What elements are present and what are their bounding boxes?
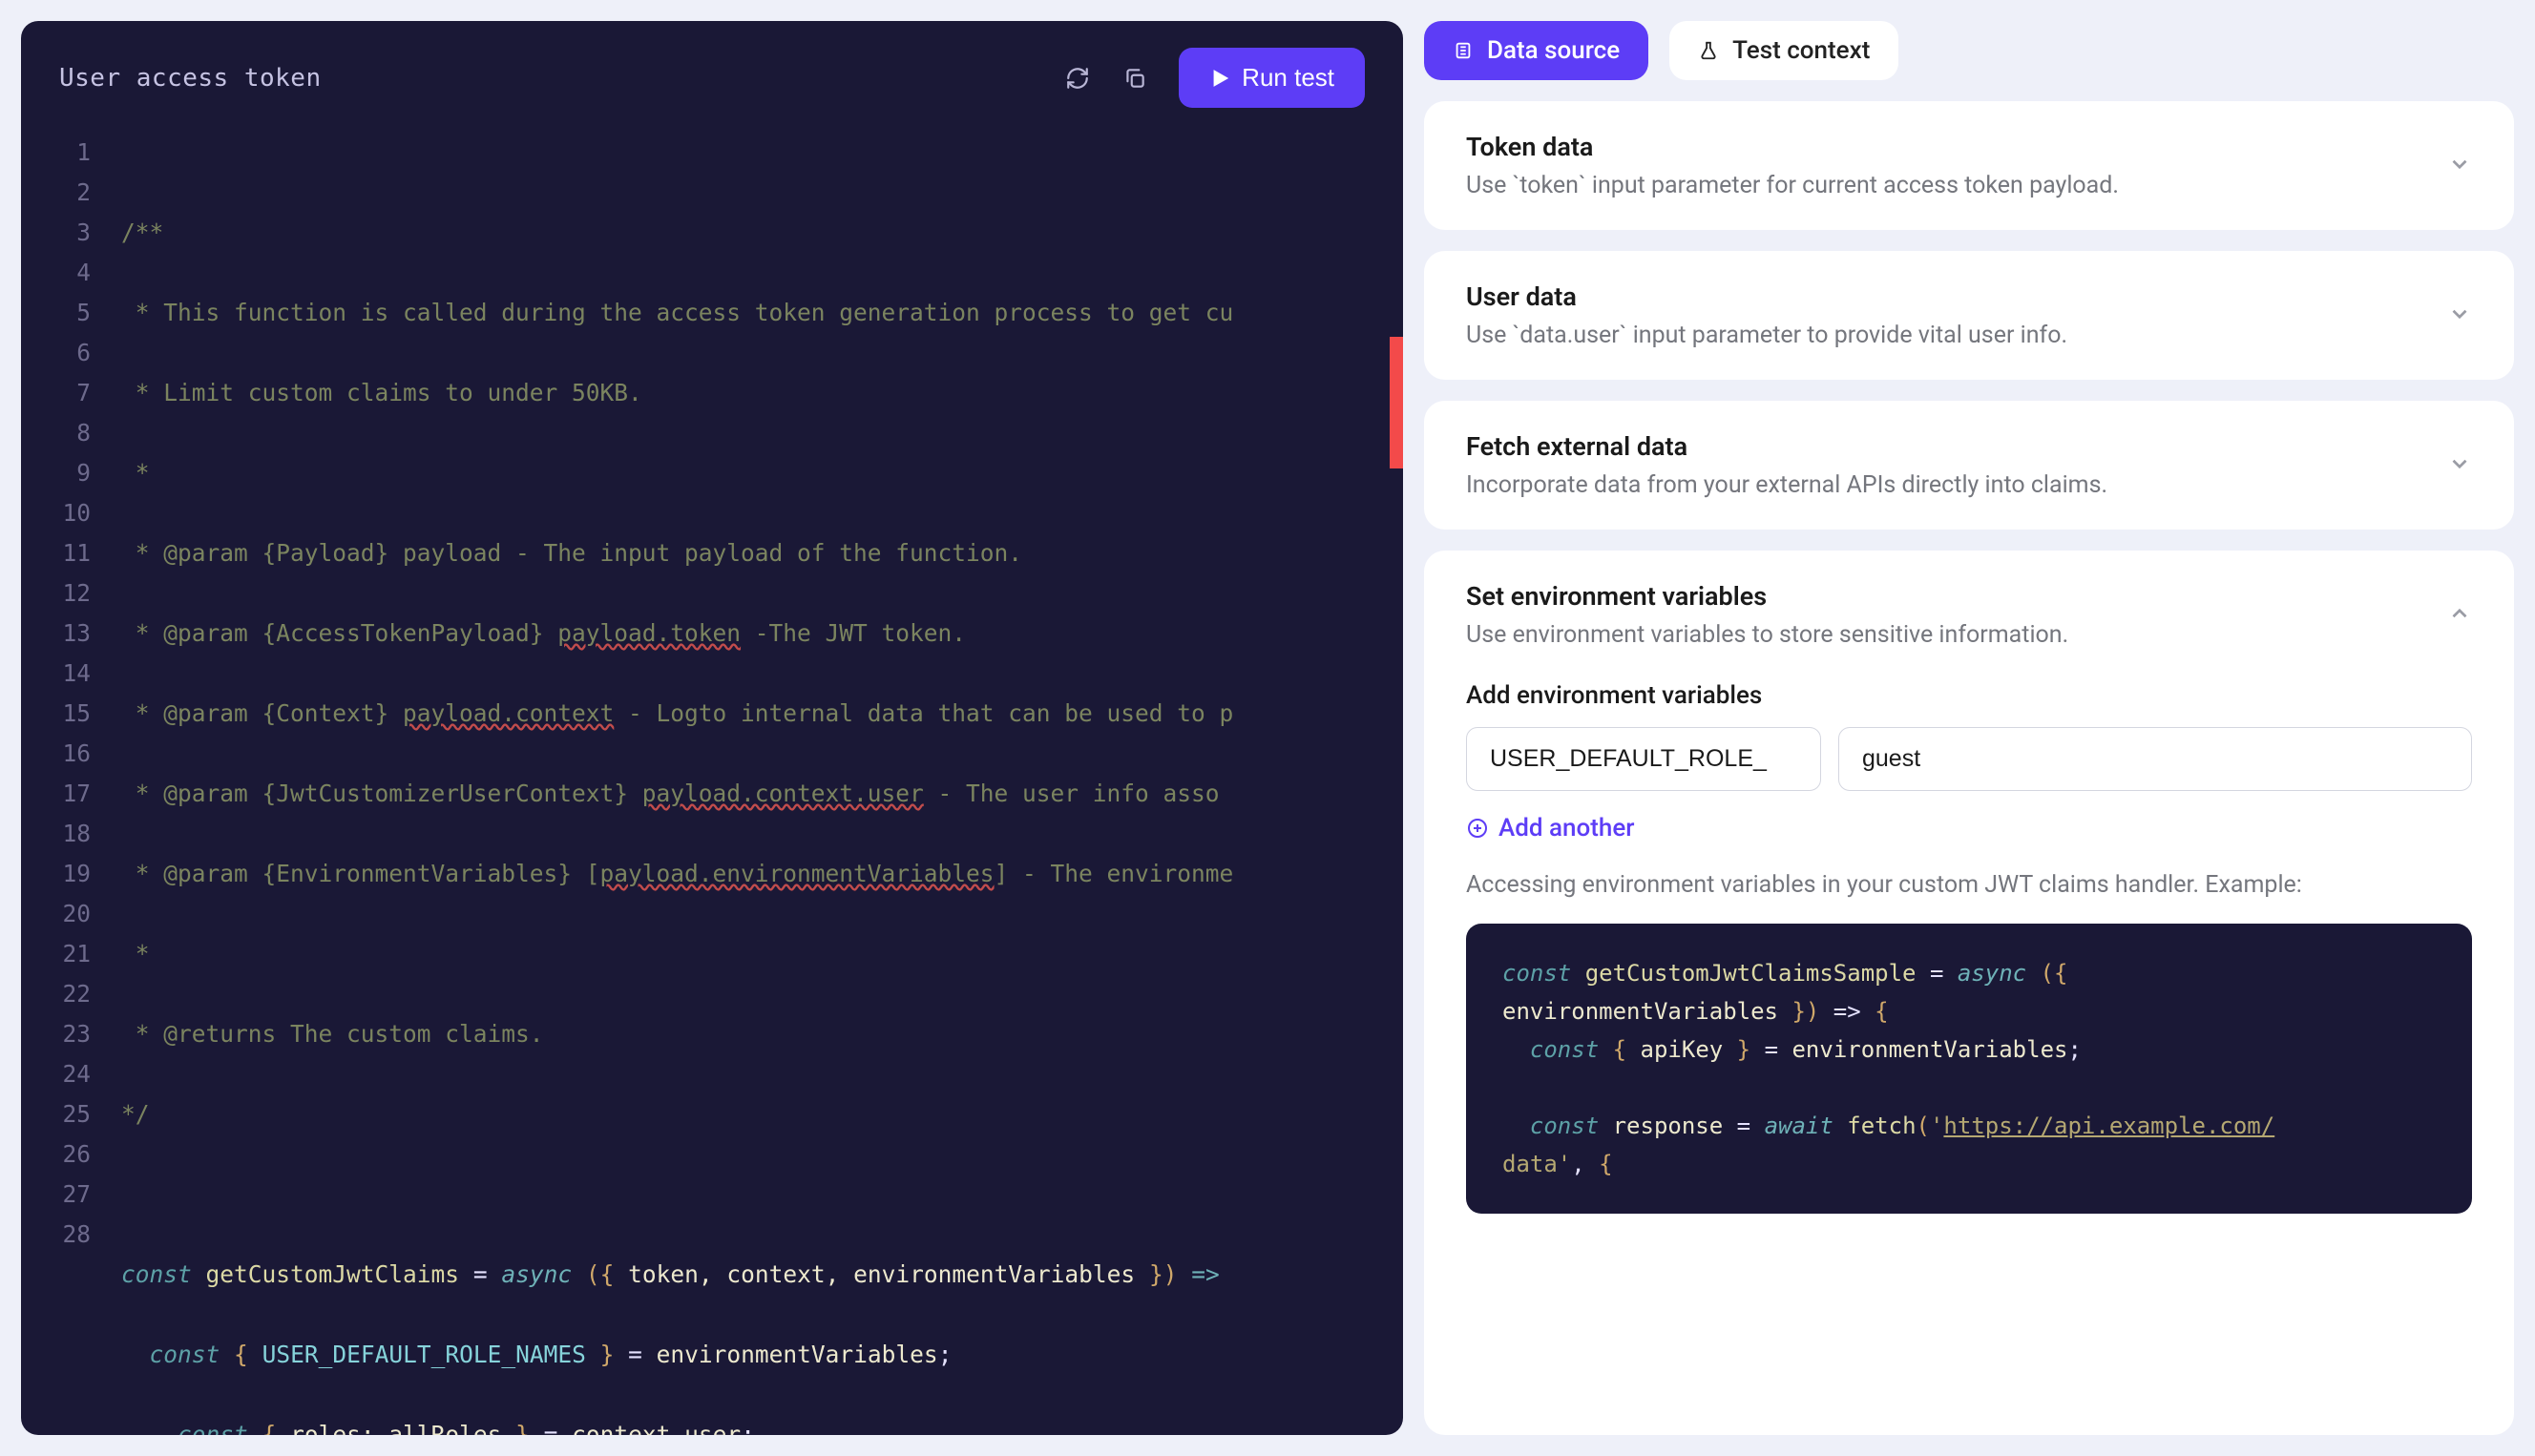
card-user-data[interactable]: User data Use `data.user` input paramete… [1424,251,2514,380]
code-content[interactable]: /** * This function is called during the… [121,133,1403,1435]
env-add-label: Add environment variables [1466,681,2472,710]
card-title: Set environment variables [1466,581,2068,612]
code-editor-pane: User access token Run test 1234567891011… [21,21,1403,1435]
editor-actions: Run test [1064,48,1365,108]
tab-test-context[interactable]: Test context [1669,21,1898,80]
side-tabs: Data source Test context [1424,21,2514,80]
run-test-label: Run test [1242,63,1334,93]
chevron-down-icon[interactable] [2447,302,2472,330]
card-title: Fetch external data [1466,431,2107,462]
card-env-vars: Set environment variables Use environmen… [1424,551,2514,1435]
copy-icon[interactable] [1121,65,1148,92]
card-subtitle: Incorporate data from your external APIs… [1466,471,2107,499]
sample-code-block: const getCustomJwtClaimsSample = async (… [1466,924,2472,1214]
add-another-button[interactable]: Add another [1466,814,1634,842]
side-panel: Data source Test context Token data Use … [1424,21,2514,1435]
editor-title: User access token [59,64,322,93]
card-title: User data [1466,281,2067,312]
flask-icon [1698,40,1719,61]
card-title: Token data [1466,132,2119,162]
tab-test-context-label: Test context [1732,36,1870,65]
error-indicator [1390,337,1403,468]
refresh-icon[interactable] [1064,65,1091,92]
card-env-header[interactable]: Set environment variables Use environmen… [1466,581,2472,649]
card-subtitle: Use environment variables to store sensi… [1466,621,2068,649]
add-another-label: Add another [1498,814,1634,842]
card-subtitle: Use `data.user` input parameter to provi… [1466,322,2067,349]
plus-circle-icon [1466,817,1489,840]
line-gutter: 1234567891011121314151617181920212223242… [21,133,121,1435]
run-test-button[interactable]: Run test [1179,48,1365,108]
env-key-input[interactable] [1466,727,1821,791]
env-body: Add environment variables Add another Ac… [1466,681,2472,1214]
env-value-input[interactable] [1838,727,2472,791]
database-icon [1453,40,1474,61]
chevron-up-icon[interactable] [2447,601,2472,630]
tab-data-source[interactable]: Data source [1424,21,1648,80]
chevron-down-icon[interactable] [2447,451,2472,480]
chevron-down-icon[interactable] [2447,152,2472,180]
card-token-data[interactable]: Token data Use `token` input parameter f… [1424,101,2514,230]
tab-data-source-label: Data source [1487,36,1620,65]
card-fetch-external[interactable]: Fetch external data Incorporate data fro… [1424,401,2514,530]
code-area[interactable]: 1234567891011121314151617181920212223242… [21,127,1403,1435]
env-inputs-row [1466,727,2472,791]
editor-header: User access token Run test [21,21,1403,127]
env-help-text: Accessing environment variables in your … [1466,871,2472,899]
card-subtitle: Use `token` input parameter for current … [1466,172,2119,199]
